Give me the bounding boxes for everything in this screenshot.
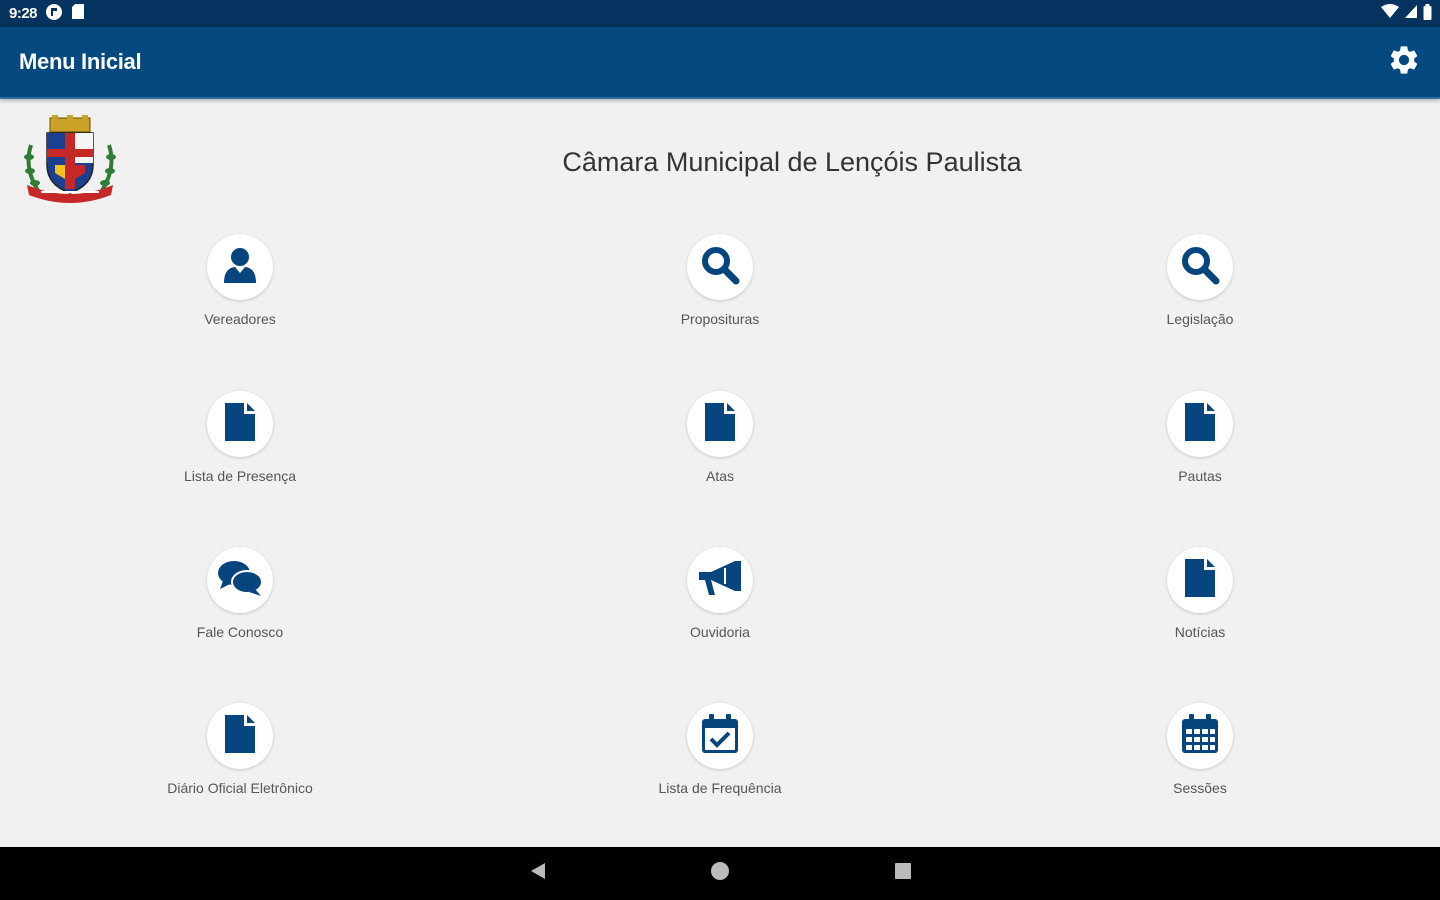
recents-icon [894,862,912,884]
app-title: Menu Inicial [19,49,142,74]
status-bar: 9:28 [0,0,1440,27]
system-nav-bar [0,847,1440,900]
wifi-icon [1381,4,1399,23]
menu-icon-circle [687,547,753,613]
menu-item-proposituras[interactable]: Proposituras [580,234,860,344]
menu-icon-circle [687,391,753,457]
home-button[interactable] [700,853,740,893]
menu-label: Lista de Frequência [658,780,782,796]
search-icon [1180,245,1220,289]
main-content: Câmara Municipal de Lençóis Paulista Ver… [0,99,1440,847]
menu-label: Lista de Presença [183,468,297,484]
status-left: 9:28 [9,3,85,25]
status-time: 9:28 [9,5,38,22]
menu-label: Vereadores [204,311,276,327]
menu-item-sessoes[interactable]: Sessões [1060,703,1340,813]
menu-icon-circle [687,234,753,300]
back-icon [529,861,547,885]
recents-button[interactable] [883,853,923,893]
settings-button[interactable] [1386,44,1422,80]
menu-label: Diário Oficial Eletrônico [167,780,313,796]
document-icon [1185,403,1215,445]
menu-item-fale-conosco[interactable]: Fale Conosco [100,547,380,657]
menu-item-lista-de-presenca[interactable]: Lista de Presença [100,391,380,501]
status-right [1381,3,1432,24]
search-icon [700,245,740,289]
menu-item-diario-oficial[interactable]: Diário Oficial Eletrônico [100,703,380,813]
calendar-check-icon [701,714,739,758]
document-icon [225,715,255,757]
app-notification-icon [45,3,63,25]
menu-label: Pautas [1178,468,1222,484]
menu-label: Sessões [1173,780,1227,796]
menu-item-ouvidoria[interactable]: Ouvidoria [580,547,860,657]
menu-label: Notícias [1174,624,1226,640]
menu-item-vereadores[interactable]: Vereadores [100,234,380,344]
gear-icon [1387,43,1421,81]
menu-item-legislacao[interactable]: Legislação [1060,234,1340,344]
app-bar: Menu Inicial [0,27,1440,99]
menu-item-atas[interactable]: Atas [580,391,860,501]
back-button[interactable] [518,853,558,893]
calendar-icon [1181,714,1219,758]
menu-item-noticias[interactable]: Notícias [1060,547,1340,657]
document-icon [705,403,735,445]
page-title: Câmara Municipal de Lençóis Paulista [562,147,1022,177]
menu-icon-circle [1167,234,1233,300]
menu-icon-circle [1167,703,1233,769]
battery-icon [1423,3,1432,24]
menu-label: Ouvidoria [690,624,750,640]
menu-label: Legislação [1166,311,1234,327]
sd-card-icon [71,3,85,24]
menu-label: Proposituras [680,311,760,327]
menu-label: Fale Conosco [196,624,284,640]
menu-item-lista-de-frequencia[interactable]: Lista de Frequência [580,703,860,813]
menu-icon-circle [207,547,273,613]
home-icon [710,861,730,885]
menu-icon-circle [207,234,273,300]
document-icon [225,403,255,445]
menu-icon-circle [687,703,753,769]
menu-icon-circle [1167,547,1233,613]
menu-icon-circle [207,391,273,457]
chat-bubbles-icon [217,559,263,601]
menu-item-pautas[interactable]: Pautas [1060,391,1340,501]
signal-icon [1404,4,1418,23]
menu-icon-circle [207,703,273,769]
person-icon [222,246,258,288]
menu-label: Atas [705,468,734,484]
megaphone-icon [697,557,743,603]
menu-icon-circle [1167,391,1233,457]
document-icon [1185,559,1215,601]
